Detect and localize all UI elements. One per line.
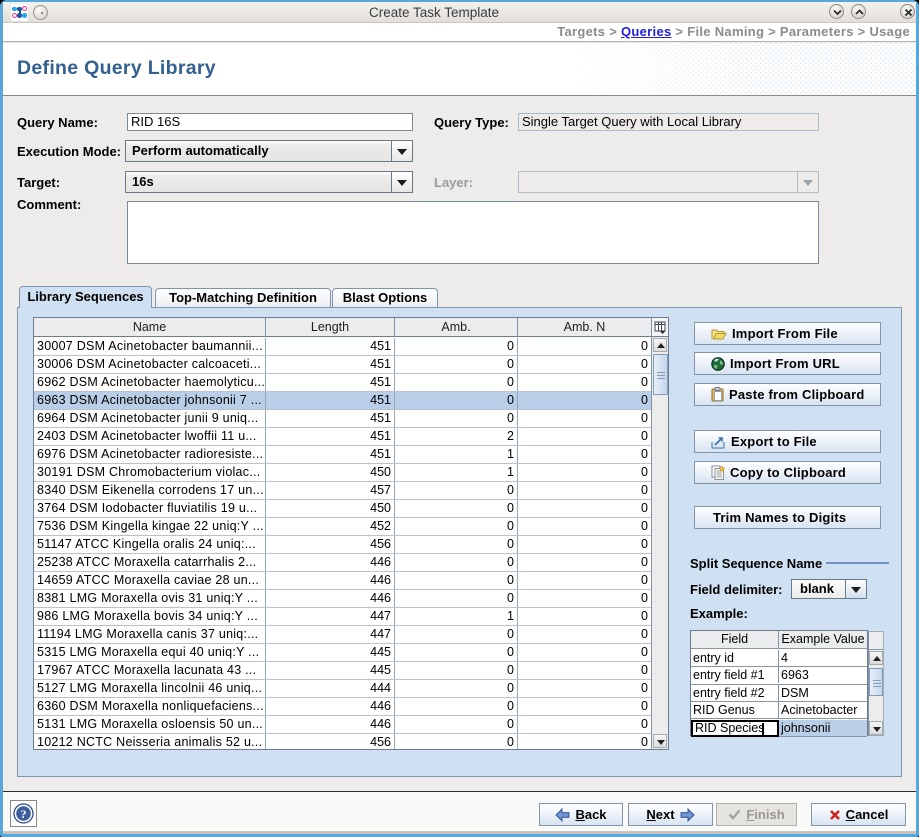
svg-text:?: ? [21, 807, 27, 821]
